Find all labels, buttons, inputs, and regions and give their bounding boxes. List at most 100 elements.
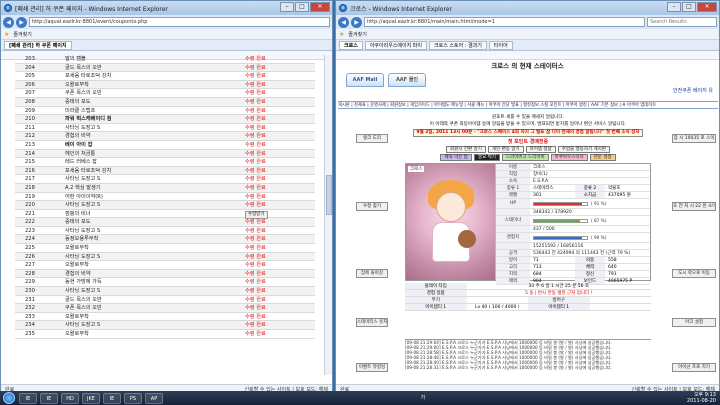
row-number: 216 [25, 167, 35, 174]
log-line: [09-08 21:28:31] E.S.P.A 크로스 누군가가 E.S.P.… [405, 365, 613, 370]
row-number: 214 [25, 150, 35, 157]
taskbar-app-icon[interactable]: IE [103, 392, 121, 404]
row-number: 234 [25, 322, 35, 329]
table-row: 214 헤인의 처금통 수령 완료 [15, 149, 315, 159]
tab-2[interactable]: 아쿠아리우스에이지 파이 [364, 40, 428, 50]
row-status: 수령 완료 [245, 305, 266, 312]
side-button-left-4[interactable]: 스테이터스 유지 [356, 318, 388, 327]
row-item-name: 어떤 아이이약(R) [65, 193, 103, 200]
row-item-name: 미라클 스텝프 [65, 107, 96, 114]
action-button-4[interactable]: 수업을 행동하기 게시판 [557, 146, 610, 153]
favorites-star-icon[interactable]: ★ [339, 31, 344, 38]
table-row: 230 사타닝 도장고 S 수령 완료 [15, 287, 315, 296]
ie-icon: e [339, 4, 347, 12]
table-row: 231 골드 목스의 오반 수령 완료 [15, 296, 315, 305]
table-row: 226 사타닝 도장고 S 수령 완료 [15, 252, 315, 262]
action-button-row: 회원시 전환 알기 개인 편동 알기 아이템 정답 수업을 행동하기 게시판 [405, 146, 651, 153]
left-scroll-thumb[interactable] [326, 175, 332, 215]
stamina-percent: ( 87 %) [591, 217, 607, 223]
side-button-left-1[interactable]: 랭크 도리 [356, 134, 388, 143]
ie-icon: e [4, 4, 12, 12]
taskbar-app-icon[interactable]: JKE [82, 392, 100, 404]
tab-4[interactable]: 타이어 [488, 40, 513, 50]
minimize-button[interactable]: – [667, 2, 681, 12]
row-number: 224 [25, 236, 35, 243]
row-status: 수령 완료 [245, 150, 266, 157]
side-button-left-2[interactable]: 수정 찾기 [356, 202, 388, 211]
side-button-right-5[interactable]: 아이넌 프로 치기 [672, 363, 716, 372]
teddy-bear-icon [458, 230, 476, 248]
clock[interactable]: 오후 9:13 2011-08-20 [687, 392, 720, 404]
side-button-left-5[interactable]: 이벤트 뷰렁잉 [356, 363, 388, 372]
back-arrow-icon[interactable]: ◀ [338, 16, 349, 28]
class-button-3[interactable]: 드라이버크 드리이버 [501, 154, 549, 161]
maximize-button[interactable]: □ [682, 2, 696, 12]
taskbar-app-icon[interactable]: HD [61, 392, 79, 404]
main-menu-strip[interactable]: 게시판 | 천재표 | 운영사제 | 회원정보 | 게임가이드 | 아이템도 매… [338, 101, 718, 109]
row-item-name: 오왈로부착 [65, 331, 89, 337]
announcement-banner[interactable]: 9월 2일, 2011 13시 00분 - "크로스 스페이스 4회 차지 그 … [413, 129, 643, 137]
action-button-1[interactable]: 회원시 전환 알기 [446, 146, 486, 153]
aaf-mall-tab[interactable]: AAF Mall [346, 73, 384, 87]
row-item-name: 오왈로부착 [65, 313, 89, 320]
left-address-input[interactable]: http://aqual.eazlr.kr:8801/event/coupont… [29, 17, 330, 27]
table-row: 206 오왈로부착 수령 완료 [15, 80, 315, 90]
minimize-button[interactable]: – [280, 2, 294, 12]
safety-link[interactable]: 안전쿠폰 베이지 유 [673, 87, 713, 94]
row-number: 213 [25, 141, 35, 148]
left-vertical-scrollbar[interactable] [324, 55, 332, 375]
action-button-3[interactable]: 아이템 정답 [525, 146, 556, 153]
side-button-right-1[interactable]: 잠 시 10035 로 스이 [672, 134, 716, 143]
tab-3[interactable]: 크로스 스토어 : 결과기 [429, 40, 487, 50]
close-button[interactable]: ✕ [697, 2, 717, 12]
row-status: 수령 완료 [245, 331, 266, 337]
right-favorites-label[interactable]: 즐겨찾기 [348, 31, 366, 38]
class-button-5[interactable]: 천운 설정 [589, 154, 616, 161]
class-button-4[interactable]: 아쿠아우스이지 [550, 154, 588, 161]
side-button-right-2[interactable]: 호 전 처 시 22 천 소이 [672, 202, 716, 211]
class-button-1[interactable]: 캐릭 막은 밥 [440, 154, 472, 161]
system-tray: 가 [421, 395, 430, 401]
taskbar-app-icon[interactable]: AP [145, 392, 163, 404]
search-input[interactable]: Search Results [647, 17, 717, 27]
favorites-star-icon[interactable]: ★ [4, 31, 9, 38]
stat-vit: 640 [608, 265, 617, 270]
row-status: 수령 완료 [245, 219, 266, 226]
tray-language[interactable]: 가 [421, 395, 426, 401]
tab-1[interactable]: 크로스 [339, 40, 363, 50]
right-titlebar[interactable]: e 크로스 - Windows Internet Explorer – □ ✕ [336, 1, 719, 15]
start-button[interactable] [3, 392, 15, 404]
table-row: 229 동현 가방에 가득 수령 완료 [15, 278, 315, 288]
row-number: 233 [25, 313, 35, 320]
row-status: 수령 완료 [245, 167, 266, 174]
row-item-name: 오왈로부착 [65, 81, 89, 88]
left-favorites-label[interactable]: 즐겨찾기 [13, 31, 31, 38]
aaf-mall-tab-2[interactable]: AAF 몰인 [388, 73, 426, 87]
taskbar-app-icon[interactable]: IE [19, 392, 37, 404]
taskbar-app-icon[interactable]: IE [40, 392, 58, 404]
action-button-2[interactable]: 개인 편동 알기 [487, 146, 524, 153]
row-item-name: 베이 아이 잡 [65, 141, 93, 148]
maximize-button[interactable]: □ [295, 2, 309, 12]
row-item-name: 쿠폰 목스의 오빈 [65, 305, 102, 312]
side-button-right-3[interactable]: 도시 학으로 이동 [672, 269, 716, 278]
row-item-name: 증테의 포도 [65, 98, 91, 105]
right-address-input[interactable]: http://aqual.eazlr.kr:8801/main/main.htm… [364, 17, 645, 27]
row-item-name: 사타닝 도장고 S [65, 322, 101, 329]
class-button-2[interactable]: 중요 찍기 [473, 154, 500, 161]
row-item-name: 사타닝 도장고 S [65, 227, 101, 234]
side-button-right-4[interactable]: 아크 설정 [672, 318, 716, 327]
exp-bar [533, 235, 588, 240]
forward-arrow-icon[interactable]: ▶ [16, 16, 27, 28]
row-status: 수령 완료 [245, 236, 266, 243]
taskbar-app-icon[interactable]: PS [124, 392, 142, 404]
bottom-info-grid: 플레이 타임 33 주 6 일 1 시간 25 분 56 초 경험 일람 5 동 |… [405, 283, 651, 311]
side-button-left-3[interactable]: 집에 돌아감 [356, 269, 388, 278]
forward-arrow-icon[interactable]: ▶ [351, 16, 362, 28]
portrait-label: 크로스 [408, 166, 425, 172]
left-tab-active[interactable]: [폐쇄 관리] 하 쿠폰 페이지 [4, 40, 72, 50]
left-titlebar[interactable]: e [폐쇄 관리] 하 쿠폰 페이지 - Windows Internet Ex… [1, 1, 332, 15]
close-button[interactable]: ✕ [310, 2, 330, 12]
stat-int: 684 [533, 272, 542, 277]
back-arrow-icon[interactable]: ◀ [3, 16, 14, 28]
